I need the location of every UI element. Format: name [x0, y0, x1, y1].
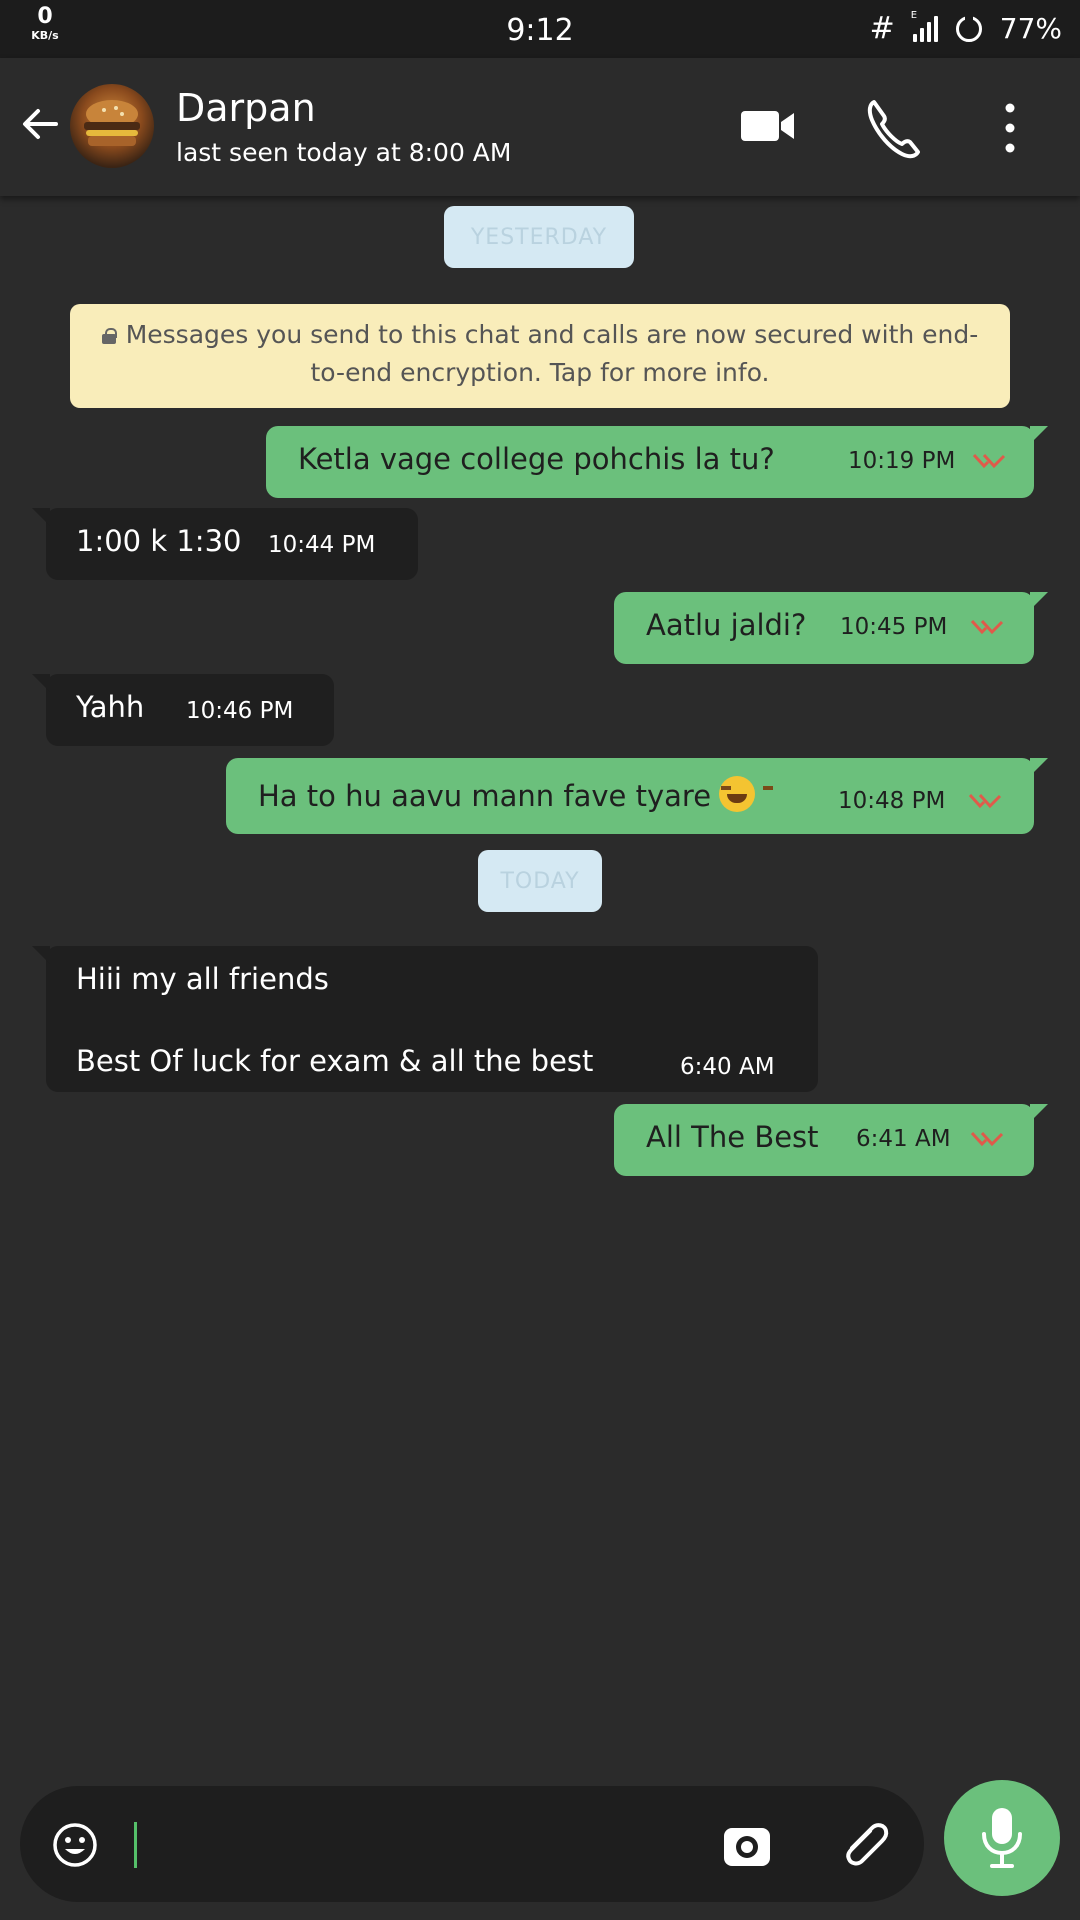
message-bubble-incoming[interactable]: Hiii my all friends Best Of luck for exa…: [32, 946, 818, 1092]
mic-button[interactable]: [944, 1780, 1060, 1896]
emoji-icon[interactable]: [52, 1822, 98, 1868]
message-bubble-outgoing[interactable]: Ha to hu aavu mann fave tyare 10:48 PM: [226, 758, 1048, 834]
attach-icon[interactable]: [838, 1816, 894, 1872]
message-text: Yahh: [76, 690, 145, 724]
camera-icon[interactable]: [722, 1822, 772, 1868]
message-bubble-incoming[interactable]: 1:00 k 1:30 10:44 PM: [32, 508, 418, 580]
message-time: 10:45 PM: [840, 614, 948, 640]
message-text: Aatlu jaldi?: [646, 608, 807, 642]
message-time: 10:44 PM: [268, 532, 376, 558]
date-chip-yesterday: YESTERDAY: [444, 206, 634, 268]
burger-avatar-image: [84, 100, 140, 146]
message-bubble-outgoing[interactable]: Aatlu jaldi? 10:45 PM: [614, 592, 1048, 664]
message-text-line1: Hiii my all friends: [76, 962, 329, 996]
hash-icon: #: [869, 11, 895, 46]
phone-icon[interactable]: [864, 98, 922, 162]
mic-icon: [982, 1808, 1022, 1868]
message-text: 1:00 k 1:30: [76, 524, 242, 558]
message-input-cursor[interactable]: [134, 1822, 137, 1868]
arrow-left-icon[interactable]: [18, 102, 62, 146]
chat-header: Darpan last seen today at 8:00 AM: [0, 58, 1080, 196]
message-time: 10:48 PM: [838, 788, 946, 814]
message-text-wrapper: Ha to hu aavu mann fave tyare: [258, 776, 774, 813]
laughing-emoji-icon: [719, 776, 774, 812]
message-time: 6:41 AM: [856, 1126, 951, 1152]
status-icons: # E 77%: [869, 10, 1062, 47]
message-text: All The Best: [646, 1120, 819, 1154]
lock-icon: [101, 328, 117, 344]
message-text-line2: Best Of luck for exam & all the best: [76, 1044, 594, 1078]
message-input-bar[interactable]: [20, 1786, 924, 1902]
read-ticks-icon: [970, 619, 1004, 635]
status-bar: 0 KB/s 9:12 # E 77%: [0, 0, 1080, 58]
sync-icon: [955, 13, 982, 42]
video-camera-icon[interactable]: [740, 108, 796, 144]
message-bubble-outgoing[interactable]: Ketla vage college pohchis la tu? 10:19 …: [266, 426, 1048, 498]
network-type-label: E: [910, 9, 918, 21]
read-ticks-icon: [972, 453, 1006, 469]
read-ticks-icon: [968, 793, 1002, 809]
message-time: 10:46 PM: [186, 698, 294, 724]
battery-level: 77%: [999, 12, 1062, 45]
last-seen-status: last seen today at 8:00 AM: [176, 138, 512, 167]
avatar[interactable]: [70, 84, 154, 168]
contact-name[interactable]: Darpan: [176, 86, 316, 130]
date-chip-today: TODAY: [478, 850, 602, 912]
encryption-notice[interactable]: Messages you send to this chat and calls…: [70, 304, 1010, 408]
message-text: Ha to hu aavu mann fave tyare: [258, 779, 712, 813]
encryption-notice-text: Messages you send to this chat and calls…: [125, 320, 979, 387]
message-bubble-outgoing[interactable]: All The Best 6:41 AM: [614, 1104, 1048, 1176]
more-vert-icon[interactable]: [1002, 100, 1018, 156]
message-time: 10:19 PM: [848, 448, 956, 474]
read-ticks-icon: [970, 1131, 1004, 1147]
message-text: Ketla vage college pohchis la tu?: [298, 442, 775, 476]
signal-icon: E: [911, 10, 938, 42]
message-time: 6:40 AM: [680, 1054, 775, 1080]
message-bubble-incoming[interactable]: Yahh 10:46 PM: [32, 674, 334, 746]
